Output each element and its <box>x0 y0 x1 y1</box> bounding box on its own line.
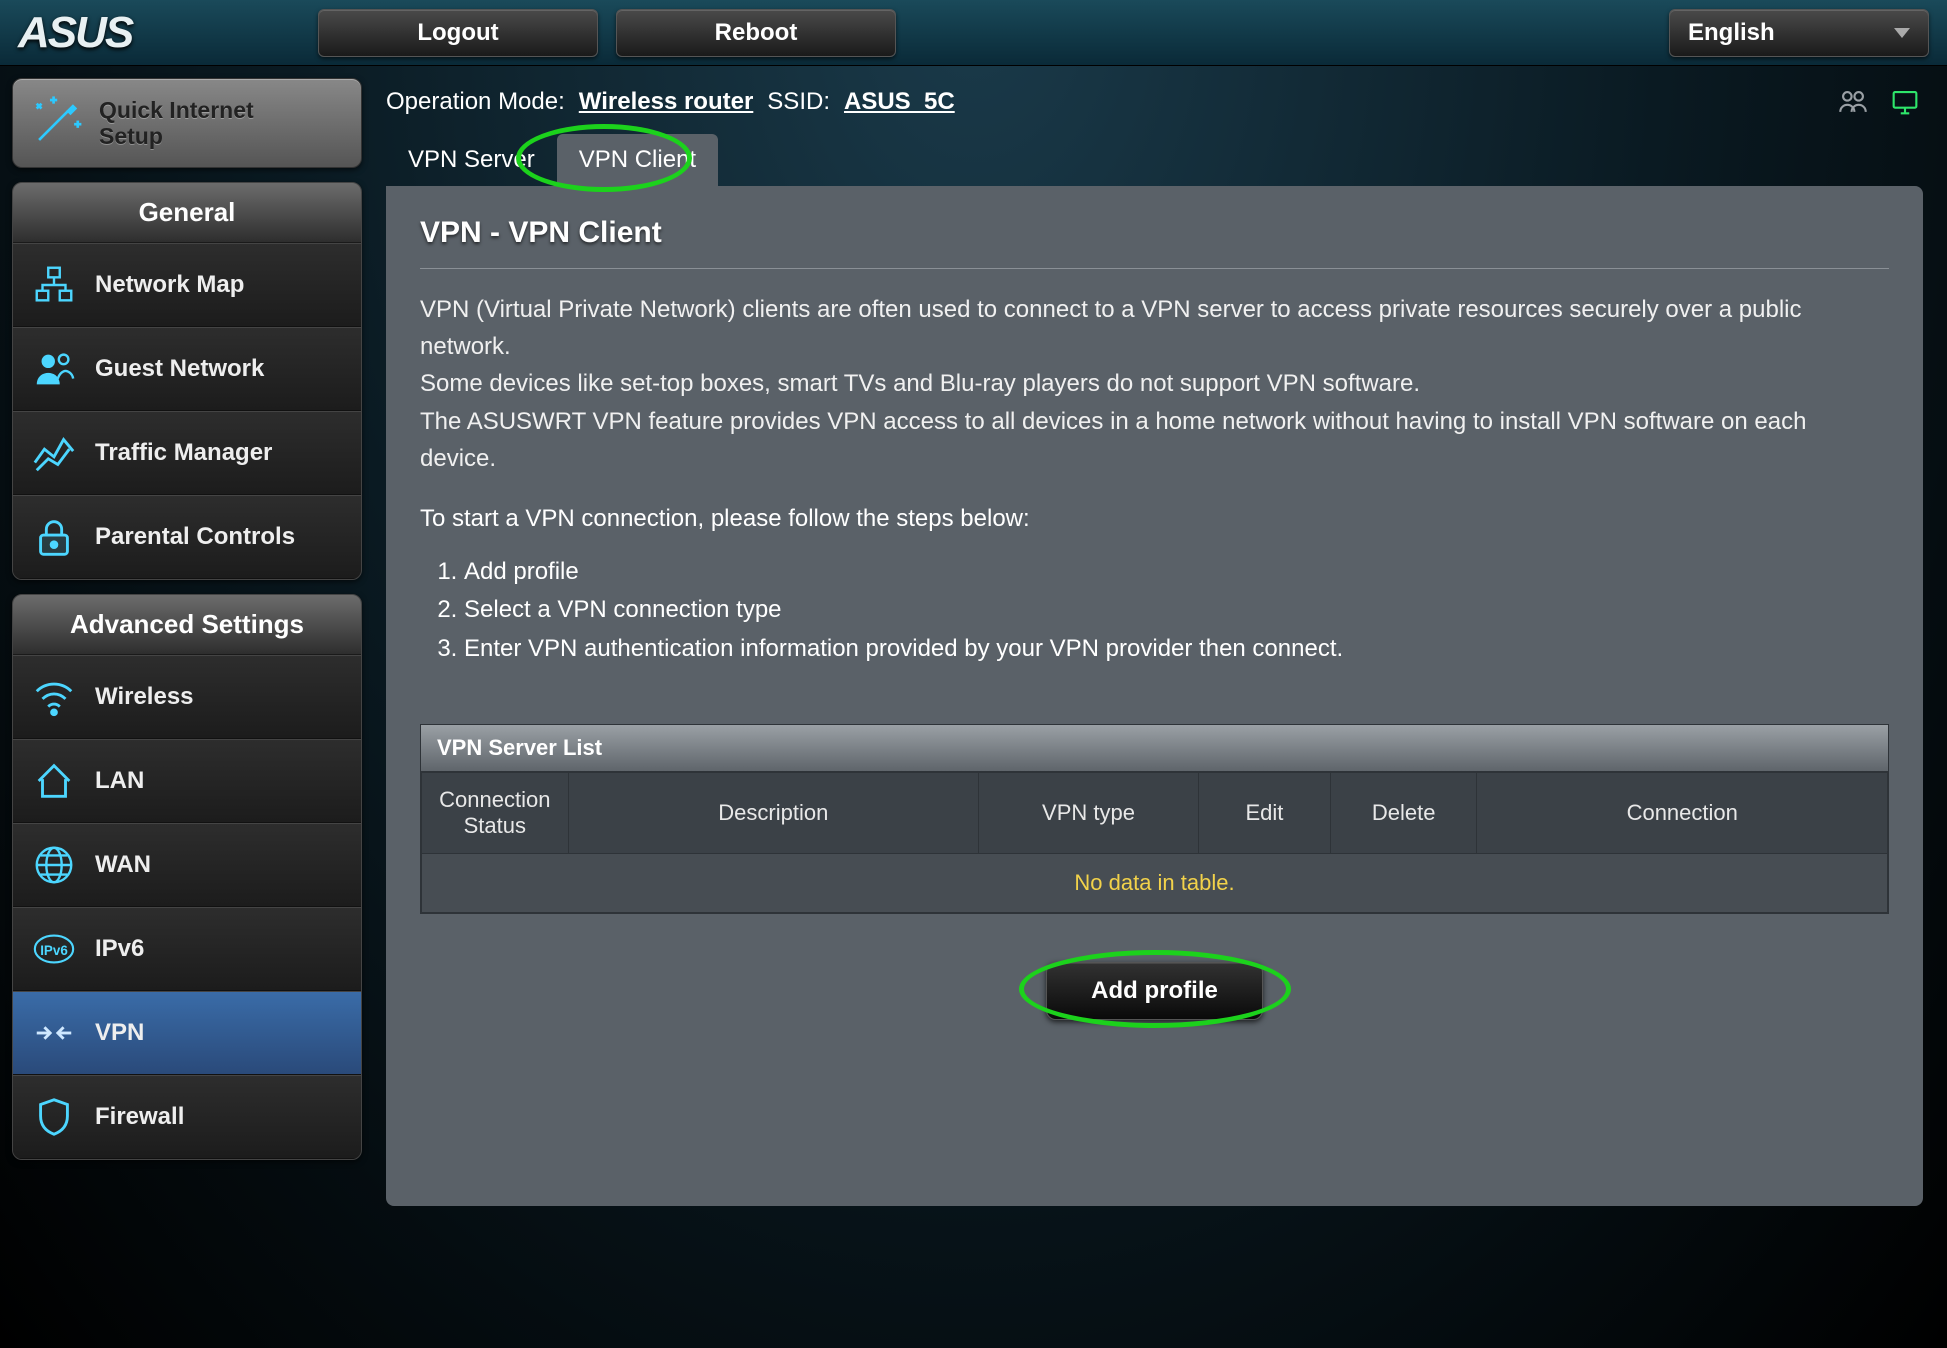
ssid-label: SSID: <box>767 88 830 116</box>
sidebar-item-label: Traffic Manager <box>95 439 272 467</box>
main: Operation Mode: Wireless router SSID: AS… <box>374 78 1935 1218</box>
sidebar-item-guest-network[interactable]: Guest Network <box>13 327 361 411</box>
language-select[interactable]: English <box>1669 9 1929 57</box>
vpn-server-list-title: VPN Server List <box>421 725 1888 772</box>
chevron-down-icon <box>1894 28 1910 38</box>
step-2: Select a VPN connection type <box>464 591 1889 629</box>
step-1: Add profile <box>464 553 1889 591</box>
sidebar-item-label: LAN <box>95 767 144 795</box>
col-delete: Delete <box>1330 773 1477 854</box>
quick-internet-setup-button[interactable]: Quick Internet Setup <box>12 78 362 168</box>
sidebar-item-parental-controls[interactable]: Parental Controls <box>13 495 361 579</box>
network-map-icon <box>31 262 77 308</box>
quick-setup-line2: Setup <box>99 123 254 149</box>
nav-title-advanced: Advanced Settings <box>13 595 361 655</box>
operation-mode-label: Operation Mode: <box>386 88 565 116</box>
sidebar-item-label: Parental Controls <box>95 523 295 551</box>
col-vpn-type: VPN type <box>979 773 1199 854</box>
col-connection-status: Connection Status <box>422 773 569 854</box>
sidebar-item-firewall[interactable]: Firewall <box>13 1075 361 1159</box>
tab-vpn-server[interactable]: VPN Server <box>386 134 557 186</box>
sidebar-item-wan[interactable]: WAN <box>13 823 361 907</box>
sidebar-item-wireless[interactable]: Wireless <box>13 655 361 739</box>
steps-intro: To start a VPN connection, please follow… <box>420 505 1889 533</box>
sidebar-item-label: IPv6 <box>95 935 144 963</box>
col-connection: Connection <box>1477 773 1888 854</box>
content-panel: VPN - VPN Client VPN (Virtual Private Ne… <box>386 186 1923 1206</box>
wand-icon <box>27 94 85 152</box>
topbar: ASUS Logout Reboot English <box>0 0 1947 66</box>
description-block: VPN (Virtual Private Network) clients ar… <box>420 291 1889 477</box>
sidebar-item-ipv6[interactable]: IPv6 IPv6 <box>13 907 361 991</box>
globe-icon <box>31 842 77 888</box>
lock-icon <box>31 514 77 560</box>
sidebar-item-label: Network Map <box>95 271 244 299</box>
traffic-manager-icon <box>31 430 77 476</box>
desc-p3: The ASUSWRT VPN feature provides VPN acc… <box>420 403 1889 477</box>
vpn-icon <box>31 1010 77 1056</box>
language-label: English <box>1688 19 1775 47</box>
sidebar-item-label: VPN <box>95 1019 144 1047</box>
desc-p1: VPN (Virtual Private Network) clients ar… <box>420 291 1889 365</box>
brand-logo: ASUS <box>18 8 318 58</box>
logout-button[interactable]: Logout <box>318 9 598 57</box>
house-icon <box>31 758 77 804</box>
status-line: Operation Mode: Wireless router SSID: AS… <box>386 84 1923 120</box>
reboot-button[interactable]: Reboot <box>616 9 896 57</box>
col-edit: Edit <box>1198 773 1330 854</box>
vpn-server-list: VPN Server List Connection Status Descri… <box>420 724 1889 914</box>
tabs: VPN Server VPN Client <box>386 134 1923 186</box>
display-icon[interactable] <box>1887 84 1923 120</box>
shield-icon <box>31 1094 77 1140</box>
sidebar-item-traffic-manager[interactable]: Traffic Manager <box>13 411 361 495</box>
desc-p2: Some devices like set-top boxes, smart T… <box>420 365 1889 402</box>
add-profile-row: Add profile <box>420 962 1889 1020</box>
col-description: Description <box>568 773 978 854</box>
sidebar-item-network-map[interactable]: Network Map <box>13 243 361 327</box>
users-icon[interactable] <box>1835 84 1871 120</box>
sidebar-item-label: Wireless <box>95 683 194 711</box>
operation-mode-value[interactable]: Wireless router <box>579 88 754 116</box>
nav-title-general: General <box>13 183 361 243</box>
table-empty-row: No data in table. <box>422 854 1888 913</box>
page-title: VPN - VPN Client <box>420 216 1889 269</box>
step-3: Enter VPN authentication information pro… <box>464 630 1889 668</box>
sidebar-item-vpn[interactable]: VPN <box>13 991 361 1075</box>
steps-list: Add profile Select a VPN connection type… <box>464 553 1889 668</box>
sidebar: Quick Internet Setup General Network Map <box>12 78 362 1218</box>
ipv6-icon: IPv6 <box>31 926 77 972</box>
sidebar-item-label: Firewall <box>95 1103 184 1131</box>
nav-group-advanced: Advanced Settings Wireless LAN <box>12 594 362 1160</box>
sidebar-item-label: Guest Network <box>95 355 264 383</box>
vpn-server-table: Connection Status Description VPN type E… <box>421 772 1888 913</box>
svg-text:IPv6: IPv6 <box>40 943 68 958</box>
ssid-value[interactable]: ASUS_5C <box>844 88 955 116</box>
add-profile-button[interactable]: Add profile <box>1046 962 1263 1020</box>
wifi-icon <box>31 674 77 720</box>
nav-group-general: General Network Map <box>12 182 362 580</box>
tab-vpn-client[interactable]: VPN Client <box>557 134 718 186</box>
guest-network-icon <box>31 346 77 392</box>
quick-setup-line1: Quick Internet <box>99 97 254 123</box>
sidebar-item-lan[interactable]: LAN <box>13 739 361 823</box>
sidebar-item-label: WAN <box>95 851 151 879</box>
